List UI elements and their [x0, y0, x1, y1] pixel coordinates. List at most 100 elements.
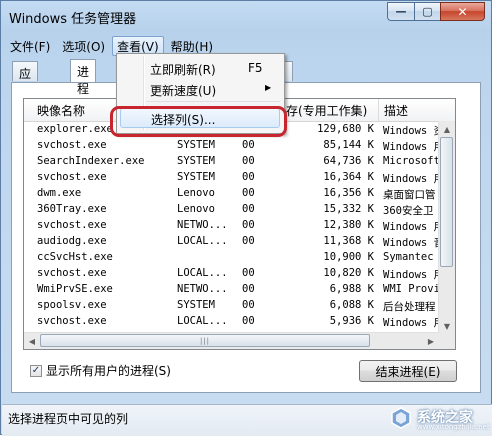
title-bar[interactable]: Windows 任务管理器 — ▢ ✕: [1, 1, 491, 32]
process-description: Windows 音: [383, 237, 443, 249]
show-all-users-checkbox[interactable]: ✓: [30, 364, 42, 377]
process-cpu: 00: [242, 315, 255, 327]
tab-processes[interactable]: 进程: [70, 59, 97, 96]
table-row[interactable]: spoolsv.exe SYSTEM 00 6,088 K 后台处理程: [24, 298, 443, 314]
table-row[interactable]: svchost.exe SYSTEM 00 16,364 K Windows 用: [24, 170, 443, 186]
process-memory: 15,332 K: [323, 203, 374, 215]
process-name: ccSvcHst.exe: [37, 251, 113, 263]
menu-options[interactable]: 选项(O): [57, 36, 110, 55]
process-name: spoolsv.exe: [37, 299, 107, 311]
table-row[interactable]: svchost.exe LOCAL... 00 10,820 K Windows…: [24, 266, 443, 282]
window-title: Windows 任务管理器: [9, 12, 137, 27]
process-memory: 5,936 K: [329, 315, 374, 327]
menu-file[interactable]: 文件(F): [5, 36, 55, 55]
table-row[interactable]: svchost.exe LOCAL... 00 5,936 K Windows …: [24, 314, 443, 330]
process-cpu: 00: [242, 235, 255, 247]
process-name: dwm.exe: [37, 187, 82, 199]
process-name: WmiPrvSE.exe: [37, 283, 113, 295]
process-name: svchost.exe: [37, 219, 107, 231]
process-cpu: 00: [242, 139, 255, 151]
highlight-annotation: [110, 106, 287, 137]
process-description: Microsoft: [383, 155, 440, 167]
menu-item-label: 更新速度(U): [150, 84, 217, 98]
process-description: Windows 用: [383, 221, 443, 233]
window-controls: — ▢ ✕: [387, 2, 485, 21]
table-row[interactable]: svchost.exe SYSTEM 00 85,144 K Windows 用: [24, 138, 443, 154]
scroll-left-icon[interactable]: ◀: [24, 333, 40, 349]
process-memory: 129,680 K: [317, 123, 374, 135]
process-name: audiodg.exe: [37, 235, 107, 247]
process-cpu: 00: [242, 299, 255, 311]
process-cpu: 00: [242, 171, 255, 183]
process-description: Windows 用: [383, 317, 443, 329]
process-user: SYSTEM: [177, 155, 215, 167]
process-memory: 10,900 K: [323, 251, 374, 263]
column-header-description[interactable]: 描述: [384, 102, 408, 119]
process-cpu: 00: [242, 155, 255, 167]
watermark-url: www.xitongzhijia.net: [417, 423, 490, 431]
table-row[interactable]: svchost.exe NETWO... 00 12,380 K Windows…: [24, 218, 443, 234]
process-user: NETWO...: [177, 283, 228, 295]
scroll-right-icon[interactable]: ▶: [423, 333, 439, 349]
process-memory: 6,988 K: [329, 283, 374, 295]
vertical-scrollbar[interactable]: ▲ ▼: [438, 121, 455, 334]
table-row[interactable]: ccSvcHst.exe 10,900 K Symantec: [24, 250, 443, 266]
menu-item-label: 立即刷新(R): [150, 63, 216, 77]
table-row[interactable]: dwm.exe Lenovo 00 16,356 K 桌面窗口管: [24, 186, 443, 202]
watermark-logo-icon: [391, 407, 411, 429]
process-cpu: 00: [242, 283, 255, 295]
process-name: 360Tray.exe: [37, 203, 107, 215]
close-button[interactable]: ✕: [440, 2, 485, 21]
table-row[interactable]: WmiPrvSE.exe NETWO... 00 6,988 K WMI Pro…: [24, 282, 443, 298]
process-user: Lenovo: [177, 203, 215, 215]
process-user: LOCAL...: [177, 235, 228, 247]
process-name: SearchIndexer.exe: [37, 155, 145, 167]
menu-separator: [146, 101, 280, 102]
horizontal-scrollbar[interactable]: ◀ ||| ▶: [24, 332, 439, 349]
table-row[interactable]: 360Tray.exe Lenovo 00 15,332 K 360安全卫: [24, 202, 443, 218]
menu-item-update-speed[interactable]: 更新速度(U) ▶: [117, 79, 282, 99]
process-cpu: 00: [242, 187, 255, 199]
process-user: NETWO...: [177, 219, 228, 231]
process-rows: explorer.exe 129,680 K Windows 资 svchost…: [24, 122, 443, 330]
minimize-button[interactable]: —: [387, 2, 414, 21]
process-memory: 6,088 K: [329, 299, 374, 311]
process-memory: 11,368 K: [323, 235, 374, 247]
menu-item-refresh-now[interactable]: 立即刷新(R) F5: [117, 58, 282, 78]
process-description: 后台处理程: [383, 301, 436, 313]
submenu-arrow-icon: ▶: [265, 83, 272, 92]
process-user: SYSTEM: [177, 299, 215, 311]
process-cpu: 00: [242, 219, 255, 231]
process-user: SYSTEM: [177, 171, 215, 183]
table-row[interactable]: SearchIndexer.exe SYSTEM 00 64,736 K Mic…: [24, 154, 443, 170]
process-memory: 16,364 K: [323, 171, 374, 183]
scrollbar-corner: [439, 333, 455, 349]
process-memory: 10,820 K: [323, 267, 374, 279]
process-memory: 85,144 K: [323, 139, 374, 151]
end-process-button[interactable]: 结束进程(E): [359, 360, 457, 382]
process-description: Windows 用: [383, 141, 443, 153]
process-memory: 12,380 K: [323, 219, 374, 231]
column-header-memory[interactable]: 存(专用工作集): [286, 102, 367, 119]
process-description: Windows 用: [383, 173, 443, 185]
horizontal-scroll-thumb[interactable]: |||: [40, 334, 370, 347]
scroll-up-icon[interactable]: ▲: [439, 121, 455, 137]
show-all-users-option[interactable]: ✓ 显示所有用户的进程(S): [30, 362, 171, 379]
process-name: svchost.exe: [37, 139, 107, 151]
process-cpu: 00: [242, 267, 255, 279]
process-memory: 16,356 K: [323, 187, 374, 199]
show-all-users-label[interactable]: 显示所有用户的进程(S): [46, 362, 171, 379]
process-description: 桌面窗口管: [383, 189, 436, 201]
vertical-scroll-thumb[interactable]: [440, 137, 453, 267]
column-header-image-name[interactable]: 映像名称: [37, 102, 85, 119]
process-description: Windows 用: [383, 269, 443, 281]
table-row[interactable]: audiodg.exe LOCAL... 00 11,368 K Windows…: [24, 234, 443, 250]
scroll-down-icon[interactable]: ▼: [439, 318, 455, 334]
maximize-button[interactable]: ▢: [414, 2, 440, 21]
process-name: svchost.exe: [37, 315, 107, 327]
column-divider[interactable]: [378, 99, 379, 121]
process-description: Symantec: [383, 251, 434, 263]
tab-applications[interactable]: 应用程序: [12, 61, 39, 132]
process-name: svchost.exe: [37, 267, 107, 279]
process-description: Windows 资: [383, 125, 443, 137]
